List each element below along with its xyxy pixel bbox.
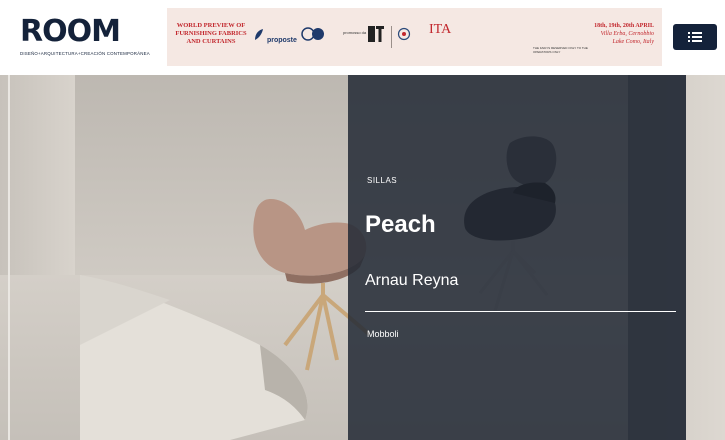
banner-partner-logo: proposte	[253, 28, 297, 44]
banner-small-text: THE FAIR IS RESERVED ONLY TO THE OPERATO…	[533, 46, 588, 54]
product-designer[interactable]: Arnau Reyna	[365, 272, 458, 290]
banner-ita-logo: ITA	[429, 22, 452, 37]
banner-divider	[391, 26, 392, 48]
banner-sponsor-label: promosso da	[343, 30, 367, 35]
banner-date: 18th, 19th, 20th APRIL Villa Erba, Cerno…	[594, 22, 654, 46]
banner-tt-logo	[367, 25, 385, 45]
banner-circle-logo	[301, 27, 325, 43]
leaf-icon	[255, 29, 263, 40]
banner-place-line2: Lake Como, Italy	[612, 39, 655, 45]
product-category[interactable]: SILLAS	[367, 176, 397, 185]
hero-slide[interactable]: SILLAS Peach Arnau Reyna Mobboli	[0, 75, 725, 440]
product-brand[interactable]: Mobboli	[367, 329, 399, 339]
hero-divider	[365, 311, 676, 312]
product-title[interactable]: Peach	[365, 211, 436, 239]
hero-edge	[8, 75, 10, 440]
banner-date-line: 18th, 19th, 20th APRIL	[594, 23, 654, 29]
emblem-icon	[397, 27, 411, 41]
list-icon	[688, 32, 702, 42]
menu-button[interactable]	[673, 24, 717, 50]
logo-wordmark: ROOM	[20, 14, 121, 49]
banner-emblem	[397, 27, 411, 43]
site-logo[interactable]: ROOM DISEÑO+ARQUITECTURA+CREACIÓN CONTEM…	[20, 14, 150, 59]
banner-headline: WORLD PREVIEW OF FURNISHING FABRICS AND …	[175, 22, 247, 45]
logo-tagline: DISEÑO+ARQUITECTURA+CREACIÓN CONTEMPORÁN…	[20, 51, 150, 56]
banner-place-line1: Villa Erba, Cernobbio	[600, 31, 654, 37]
site-header: ROOM DISEÑO+ARQUITECTURA+CREACIÓN CONTEM…	[0, 0, 725, 75]
tt-logo-icon	[368, 26, 384, 42]
ad-banner[interactable]: WORLD PREVIEW OF FURNISHING FABRICS AND …	[167, 8, 662, 66]
circle-logo-icon	[301, 27, 324, 41]
